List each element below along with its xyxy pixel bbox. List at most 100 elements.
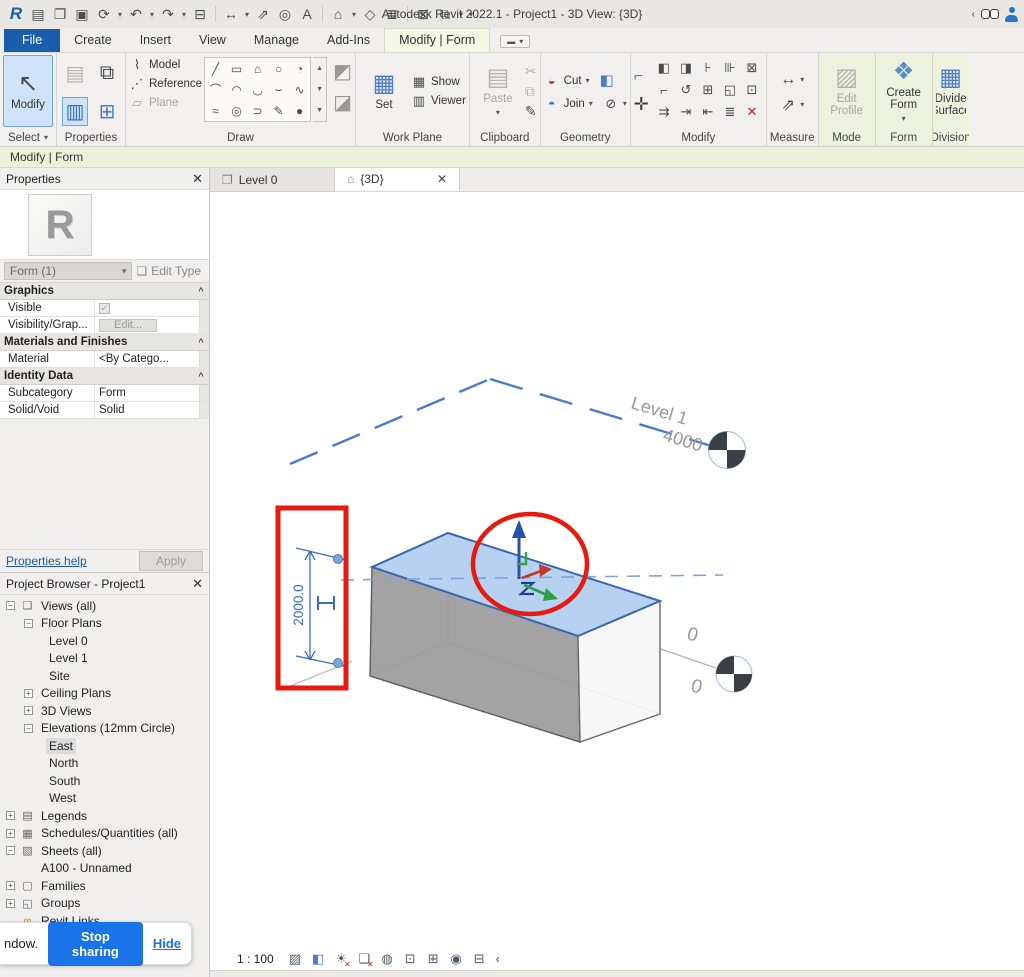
3d-view-caret-icon[interactable]: ▾ xyxy=(350,4,358,24)
tree-item-level1[interactable]: Level 1 xyxy=(0,650,209,668)
draw-center-arc-icon[interactable]: ◠ xyxy=(226,79,247,100)
measure-caret-icon[interactable]: ▾ xyxy=(243,4,251,24)
level0-head-icon[interactable] xyxy=(716,656,752,692)
close-inactive-icon[interactable]: ⊠ xyxy=(413,4,433,24)
level1-label[interactable]: Level 1 xyxy=(629,393,690,429)
paste-button[interactable]: ▤ Paste ▾ xyxy=(473,55,523,127)
view-tab-3d[interactable]: ⌂ {3D} ✕ xyxy=(335,168,460,191)
tab-addins[interactable]: Add-Ins xyxy=(313,29,384,52)
view-tab-level0[interactable]: ❐ Level 0 xyxy=(210,168,335,191)
level1-head-icon[interactable] xyxy=(709,432,746,469)
gallery-expand-icon[interactable]: ▼ xyxy=(313,100,326,121)
split-element-icon[interactable]: ⊦ xyxy=(697,57,719,79)
crop-view-icon[interactable]: ⊡ xyxy=(402,951,419,968)
cut-geometry-button[interactable]: ◒Cut▾ xyxy=(544,71,590,90)
ui-views-icon[interactable]: ▤ xyxy=(28,4,48,24)
redo-caret-icon[interactable]: ▾ xyxy=(180,4,188,24)
level1-line[interactable] xyxy=(290,379,718,464)
tree-item-families[interactable]: +▢Families xyxy=(0,877,209,895)
tree-item-level0[interactable]: Level 0 xyxy=(0,632,209,650)
trim-single-icon[interactable]: ⇤ xyxy=(697,101,719,123)
tab-file[interactable]: File xyxy=(4,29,60,52)
tab-view[interactable]: View xyxy=(185,29,240,52)
dimension-value[interactable]: 2000.0 xyxy=(291,584,306,625)
edit-profile-button[interactable]: ▨ Edit Profile xyxy=(822,55,872,127)
redo-icon[interactable]: ↷ xyxy=(158,4,178,24)
tree-item-floor-plans[interactable]: −Floor Plans xyxy=(0,615,209,633)
open-icon[interactable]: ❐ xyxy=(50,4,70,24)
family-types-icon[interactable]: ▤ xyxy=(66,61,85,86)
align-icon[interactable]: ⌐ xyxy=(634,68,649,86)
draw-tangent-arc-icon[interactable]: ◡ xyxy=(247,79,268,100)
copy-icon[interactable]: ⇉ xyxy=(653,101,675,123)
draw-line-icon[interactable]: ╱ xyxy=(205,58,226,79)
new-window-icon[interactable]: ⧉ xyxy=(100,62,114,85)
panel-label-select[interactable]: Select▾ xyxy=(3,129,53,146)
sync-icon[interactable]: ⟳ xyxy=(94,4,114,24)
draw-pick-lines-icon[interactable]: ✎ xyxy=(268,100,289,121)
gallery-up-icon[interactable]: ▲ xyxy=(313,58,326,79)
measure-between-refs-button[interactable]: ↔▾ xyxy=(780,70,804,89)
draw-rectangle-icon[interactable]: ▭ xyxy=(226,58,247,79)
tree-item-west[interactable]: West xyxy=(0,790,209,808)
show-workplane-button[interactable]: ▦Show xyxy=(411,72,466,91)
modify-button[interactable]: ↖ Modify xyxy=(3,55,53,127)
rotate-icon[interactable]: ↺ xyxy=(675,79,697,101)
dimension-grip-dots[interactable] xyxy=(334,555,343,668)
save-icon[interactable]: ▣ xyxy=(72,4,92,24)
expand-expander-icon[interactable]: + xyxy=(6,811,15,820)
aligned-dimension-icon[interactable]: ⇗ xyxy=(253,4,273,24)
draw-polygon-icon[interactable]: ⌂ xyxy=(247,58,268,79)
measure-icon[interactable]: ↔ xyxy=(221,4,241,24)
sign-in-icon[interactable] xyxy=(1005,7,1018,22)
draw-point-icon[interactable]: ● xyxy=(289,100,310,121)
paint-icon[interactable]: ◧ xyxy=(600,71,614,90)
draw-ellipse-icon[interactable]: ◎ xyxy=(226,100,247,121)
switch-windows-caret-icon[interactable]: ▾ xyxy=(457,4,465,24)
search-icon[interactable] xyxy=(981,8,999,20)
divide-surface-button[interactable]: ▦ Divide Surface xyxy=(936,55,966,127)
level1-elevation[interactable]: 4000 xyxy=(661,425,705,456)
revit-logo[interactable]: R xyxy=(6,4,26,24)
copy-to-clipboard-icon[interactable]: ⧉ xyxy=(525,83,537,100)
close-view-tab-icon[interactable]: ✕ xyxy=(419,172,447,186)
ribbon-display-toggle[interactable]: ▬▾ xyxy=(500,35,530,48)
tab-modify-form[interactable]: Modify | Form xyxy=(384,28,490,52)
unpin-icon[interactable]: ⊠ xyxy=(741,57,763,79)
print-icon[interactable]: ⊟ xyxy=(190,4,210,24)
undo-caret-icon[interactable]: ▾ xyxy=(148,4,156,24)
workplane-viewer-button[interactable]: ▥Viewer xyxy=(411,91,466,110)
property-row[interactable]: Visible✓ xyxy=(0,300,209,317)
expand-expander-icon[interactable]: + xyxy=(6,881,15,890)
collapse-expander-icon[interactable]: − xyxy=(6,601,15,610)
delete-icon[interactable]: ✕ xyxy=(741,101,763,123)
visual-style-icon[interactable]: ◧ xyxy=(310,951,327,968)
match-type-icon[interactable]: ✎ xyxy=(525,103,537,120)
demolish-button[interactable]: ⊘▾ xyxy=(603,94,627,113)
level0-elevation[interactable]: 0 xyxy=(689,676,705,699)
default-3d-view-icon[interactable]: ⌂ xyxy=(328,4,348,24)
group-materials[interactable]: Materials and Finishes^ xyxy=(0,334,209,351)
gizmo-z-arrow-icon[interactable] xyxy=(512,520,526,538)
properties-palette-icon[interactable]: ▥ xyxy=(62,97,89,126)
tree-item-north[interactable]: North xyxy=(0,755,209,773)
viewbar-collapse-icon[interactable]: ‹ xyxy=(496,952,500,966)
tree-item-schedules[interactable]: +▦Schedules/Quantities (all) xyxy=(0,825,209,843)
expand-expander-icon[interactable]: + xyxy=(6,829,15,838)
tree-item-east[interactable]: East xyxy=(0,737,209,755)
tree-item-ceiling-plans[interactable]: +Ceiling Plans xyxy=(0,685,209,703)
visible-checkbox[interactable]: ✓ xyxy=(99,303,110,314)
trim-multiple-icon[interactable]: ≣ xyxy=(719,101,741,123)
draw-partial-ellipse-icon[interactable]: ⊃ xyxy=(247,100,268,121)
stop-sharing-button[interactable]: Stop sharing xyxy=(48,922,143,966)
sun-path-icon[interactable]: ☀✕ xyxy=(333,951,350,968)
draw-fillet-arc-icon[interactable]: ⌣ xyxy=(268,79,289,100)
project-browser-close-icon[interactable]: ✕ xyxy=(192,576,203,592)
tree-item-sheets[interactable]: −▧Sheets (all) xyxy=(0,842,209,860)
show-crop-icon[interactable]: ⊞ xyxy=(425,951,442,968)
properties-help-link[interactable]: Properties help xyxy=(6,554,87,568)
tree-item-south[interactable]: South xyxy=(0,772,209,790)
surface-tool-icon[interactable]: ◩ xyxy=(333,59,352,84)
rendering-dialog-icon[interactable]: ◍ xyxy=(379,951,396,968)
tile-windows-icon[interactable]: ⊞ xyxy=(99,99,116,124)
